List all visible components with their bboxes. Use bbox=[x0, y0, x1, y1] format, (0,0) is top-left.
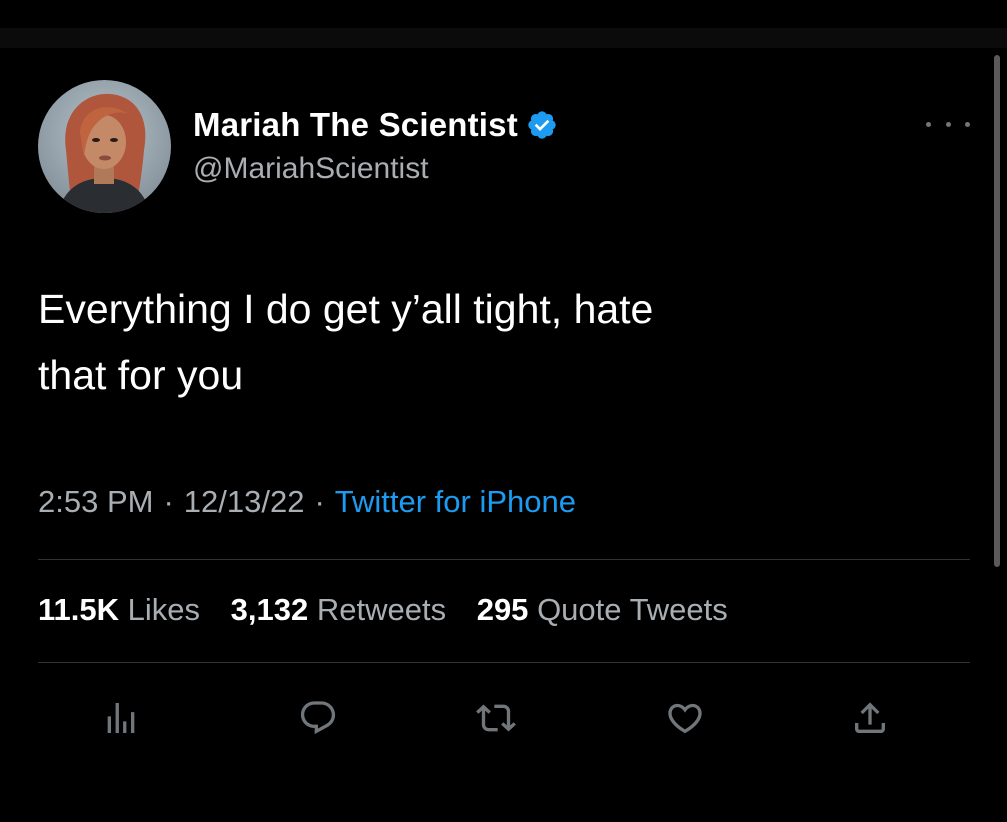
retweets-count: 3,132 bbox=[230, 592, 309, 627]
quote-tweets-stat[interactable]: 295 Quote Tweets bbox=[477, 592, 728, 627]
tweet-source-link[interactable]: Twitter for iPhone bbox=[335, 484, 576, 519]
avatar-image bbox=[38, 80, 171, 213]
share-icon[interactable] bbox=[845, 693, 895, 743]
tweet-text: Everything I do get y’all tight, hate th… bbox=[38, 286, 654, 398]
verified-badge-icon bbox=[526, 109, 558, 141]
tweet-meta: 2:53 PM · 12/13/22 · Twitter for iPhone bbox=[38, 484, 576, 520]
reply-icon[interactable] bbox=[293, 693, 343, 743]
likes-stat[interactable]: 11.5K Likes bbox=[38, 592, 200, 627]
avatar[interactable] bbox=[38, 80, 171, 213]
analytics-icon[interactable] bbox=[96, 693, 146, 743]
top-band bbox=[0, 28, 1007, 48]
retweet-icon[interactable] bbox=[471, 693, 521, 743]
more-options-icon[interactable] bbox=[926, 112, 970, 136]
divider bbox=[38, 662, 970, 663]
tweet-time[interactable]: 2:53 PM bbox=[38, 484, 153, 519]
retweets-label: Retweets bbox=[316, 592, 447, 627]
display-name[interactable]: Mariah The Scientist bbox=[193, 106, 518, 144]
quotes-label: Quote Tweets bbox=[537, 592, 728, 627]
handle[interactable]: @MariahScientist bbox=[193, 152, 558, 186]
divider bbox=[38, 559, 970, 560]
likes-count: 11.5K bbox=[38, 592, 120, 627]
like-icon[interactable] bbox=[660, 693, 710, 743]
retweets-stat[interactable]: 3,132 Retweets bbox=[231, 592, 446, 627]
quotes-count: 295 bbox=[476, 592, 529, 627]
scrollbar[interactable] bbox=[994, 55, 1000, 567]
action-bar bbox=[0, 693, 1007, 753]
likes-label: Likes bbox=[127, 592, 201, 627]
meta-separator: · bbox=[314, 484, 325, 519]
meta-separator: · bbox=[163, 484, 174, 519]
display-name-row: Mariah The Scientist bbox=[193, 103, 558, 147]
tweet-header: Mariah The Scientist @MariahScientist bbox=[193, 103, 558, 186]
tweet-date[interactable]: 12/13/22 bbox=[184, 484, 305, 519]
tweet-stats: 11.5K Likes 3,132 Retweets 295 Quote Twe… bbox=[38, 592, 750, 628]
